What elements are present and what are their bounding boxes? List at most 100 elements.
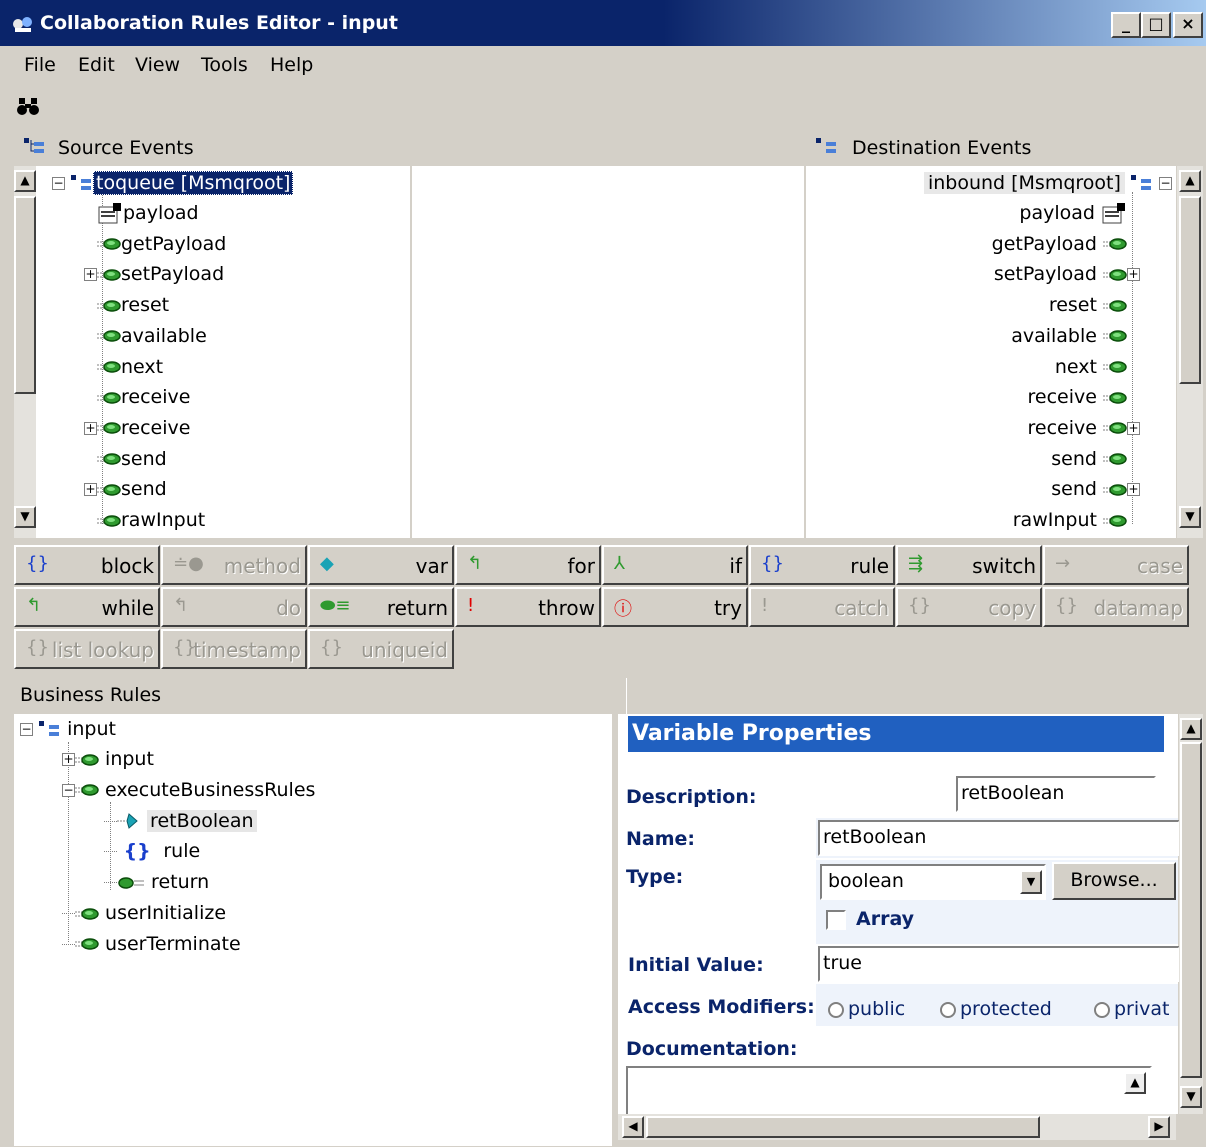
scroll-thumb[interactable] (14, 196, 36, 394)
menu-tools[interactable]: Tools (201, 54, 248, 76)
radio-icon[interactable] (828, 1001, 844, 1018)
binoculars-icon[interactable] (16, 96, 42, 118)
palette-try-button[interactable]: ⓘ try (602, 587, 748, 627)
palette-throw-button[interactable]: ! throw (455, 587, 601, 627)
collapse-toggle[interactable]: − (52, 177, 65, 190)
access-private[interactable]: privat (1094, 998, 1180, 1020)
source-scrollbar[interactable]: ▲ ▼ (14, 166, 36, 538)
palette-return-button[interactable]: ⬬≡ return (308, 587, 454, 627)
source-item[interactable]: + send (84, 474, 167, 504)
menu-help[interactable]: Help (270, 54, 313, 76)
expand-toggle[interactable]: + (84, 421, 97, 435)
palette-case-button[interactable]: → case (1043, 545, 1189, 585)
destination-item[interactable]: reset (1049, 290, 1140, 320)
palette-do-button[interactable]: ↰ do (161, 587, 307, 627)
type-select[interactable]: boolean ▼ (820, 864, 1046, 900)
scroll-thumb[interactable] (1180, 742, 1202, 1078)
palette-datamap-button[interactable]: {} datamap (1043, 587, 1189, 627)
scroll-thumb[interactable] (1179, 196, 1201, 384)
access-public[interactable]: public (828, 998, 905, 1020)
destination-item[interactable]: receive + (1028, 413, 1140, 443)
source-item[interactable]: + setPayload (84, 259, 224, 289)
business-rule-node[interactable]: − executeBusinessRules (62, 775, 315, 805)
scroll-up-button[interactable]: ▲ (1179, 170, 1201, 192)
properties-scrollbar[interactable]: ▲ ▼ (1179, 714, 1203, 1114)
destination-item[interactable]: receive (1028, 382, 1140, 412)
source-item[interactable]: rawInput (84, 505, 205, 535)
access-protected[interactable]: protected (940, 998, 1052, 1020)
source-item[interactable]: reset (84, 290, 169, 320)
menu-edit[interactable]: Edit (78, 54, 115, 76)
browse-button[interactable]: Browse... (1052, 862, 1176, 900)
business-rule-node[interactable]: userTerminate (62, 929, 241, 959)
source-item[interactable]: getPayload (84, 229, 226, 259)
business-root-node[interactable]: − input (20, 714, 116, 744)
destination-events-tree[interactable]: inbound [Msmqroot] − payload getPayload … (806, 166, 1176, 538)
destination-root-node[interactable]: inbound [Msmqroot] − (923, 168, 1172, 198)
radio-icon[interactable] (940, 1001, 956, 1018)
collapse-toggle[interactable]: − (62, 783, 75, 797)
palette-block-button[interactable]: {} block (14, 545, 160, 585)
minimize-button[interactable]: _ (1111, 12, 1141, 38)
radio-icon[interactable] (1094, 1001, 1110, 1018)
palette-timestamp-button[interactable]: {} timestamp (161, 629, 307, 669)
chevron-down-icon[interactable]: ▼ (1020, 870, 1042, 894)
palette-list-lookup-button[interactable]: {} list lookup (14, 629, 160, 669)
destination-item[interactable]: rawInput (1013, 505, 1140, 535)
palette-if-button[interactable]: ⅄ if (602, 545, 748, 585)
documentation-field[interactable] (626, 1066, 1152, 1116)
destination-item[interactable]: getPayload (992, 229, 1140, 259)
menu-view[interactable]: View (135, 54, 180, 76)
expand-toggle[interactable]: + (1127, 483, 1140, 497)
palette-switch-button[interactable]: ⇶ switch (896, 545, 1042, 585)
destination-scrollbar[interactable]: ▲ ▼ (1177, 166, 1203, 538)
destination-item[interactable]: next (1055, 352, 1140, 382)
source-item[interactable]: + receive (84, 413, 190, 443)
palette-catch-button[interactable]: ! catch (749, 587, 895, 627)
business-rule-node[interactable]: return (104, 867, 209, 897)
business-rule-node[interactable]: retBoolean (104, 806, 257, 836)
business-rule-node[interactable]: {} rule (104, 836, 200, 866)
expand-toggle[interactable]: + (1127, 421, 1140, 435)
collapse-toggle[interactable]: − (20, 723, 33, 736)
palette-rule-button[interactable]: {} rule (749, 545, 895, 585)
palette-while-button[interactable]: ↰ while (14, 587, 160, 627)
expand-toggle[interactable]: + (1127, 268, 1140, 282)
expand-toggle[interactable]: + (84, 268, 97, 282)
description-field[interactable]: retBoolean (956, 776, 1156, 812)
menu-file[interactable]: File (24, 54, 56, 76)
name-field[interactable]: retBoolean (818, 820, 1180, 856)
doc-scroll-up-button[interactable]: ▲ (1124, 1072, 1146, 1094)
mapping-area[interactable] (412, 166, 804, 538)
source-item[interactable]: receive (84, 382, 190, 412)
source-item[interactable]: available (84, 321, 207, 351)
business-rule-node[interactable]: userInitialize (62, 898, 226, 928)
scroll-up-button[interactable]: ▲ (14, 170, 36, 192)
array-checkbox[interactable] (826, 910, 846, 930)
expand-toggle[interactable]: + (84, 483, 97, 497)
palette-for-button[interactable]: ↰ for (455, 545, 601, 585)
scroll-up-button[interactable]: ▲ (1180, 718, 1202, 740)
destination-item[interactable]: send + (1051, 474, 1140, 504)
palette-method-button[interactable]: ≐● method (161, 545, 307, 585)
maximize-button[interactable]: □ (1141, 12, 1171, 38)
source-events-tree[interactable]: − toqueue [Msmqroot] payload getPayload + s… (14, 166, 410, 538)
expand-toggle[interactable]: + (62, 753, 75, 766)
palette-uniqueid-button[interactable]: {} uniqueid (308, 629, 454, 669)
scroll-thumb[interactable] (646, 1116, 1040, 1138)
initial-value-field[interactable]: true (818, 946, 1180, 982)
scroll-left-button[interactable]: ◀ (622, 1116, 644, 1138)
palette-copy-button[interactable]: {} copy (896, 587, 1042, 627)
source-item[interactable]: next (84, 352, 163, 382)
scroll-down-button[interactable]: ▼ (1179, 506, 1201, 528)
palette-var-button[interactable]: ◆ var (308, 545, 454, 585)
collapse-toggle[interactable]: − (1159, 177, 1172, 190)
properties-hscrollbar[interactable]: ◀ ▶ (618, 1114, 1176, 1140)
title-bar[interactable]: Collaboration Rules Editor - input _ □ × (0, 0, 1206, 46)
source-item[interactable]: send (84, 444, 167, 474)
source-item[interactable]: payload (84, 198, 199, 228)
business-rule-node[interactable]: + input (62, 744, 154, 774)
destination-item[interactable]: payload (1019, 198, 1140, 228)
destination-item[interactable]: setPayload + (994, 259, 1140, 289)
scroll-down-button[interactable]: ▼ (14, 506, 36, 528)
